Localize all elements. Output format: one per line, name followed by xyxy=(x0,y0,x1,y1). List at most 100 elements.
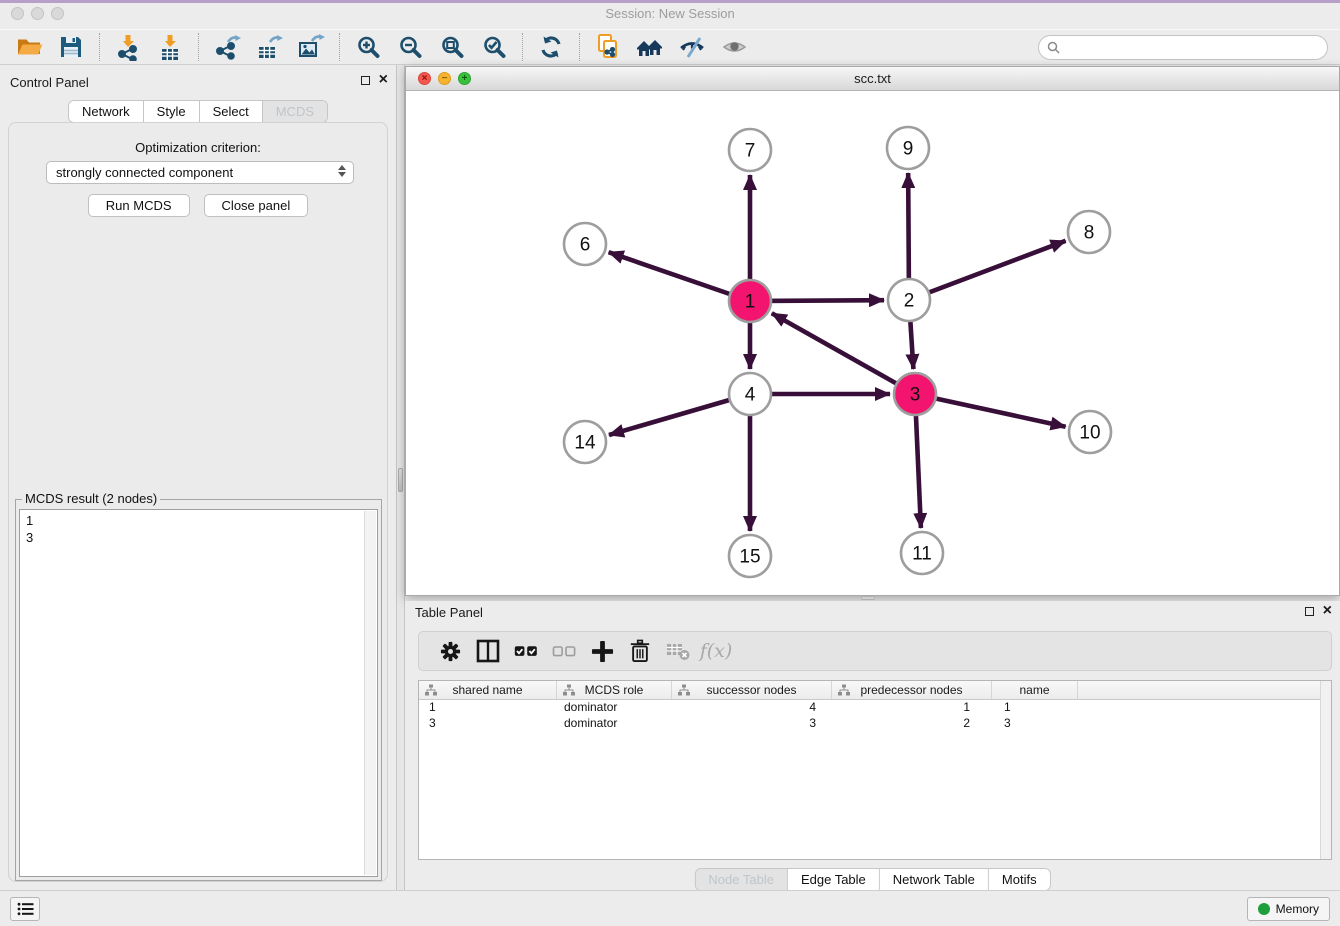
search-field[interactable] xyxy=(1038,35,1328,60)
table-cell: dominator xyxy=(557,716,672,732)
mcds-panel: Optimization criterion: strongly connect… xyxy=(8,122,388,882)
table-rows: 1dominator4113dominator323 xyxy=(419,700,1331,732)
function-builder-icon: f(x) xyxy=(701,636,731,666)
mcds-result-title: MCDS result (2 nodes) xyxy=(22,491,160,506)
right-area: × − + scc.txt 7968124314101511 Table Pan… xyxy=(405,65,1340,890)
node-label-1: 1 xyxy=(745,292,756,313)
column-header-mcds-role[interactable]: MCDS role xyxy=(557,681,672,699)
table-panel: Table Panel × f(x) shared nameMCDS roles… xyxy=(405,601,1340,890)
tab-node-table[interactable]: Node Table xyxy=(695,869,788,890)
close-panel-icon[interactable]: × xyxy=(379,73,388,87)
edge-1-6[interactable] xyxy=(609,252,750,301)
clone-network-icon[interactable] xyxy=(593,32,623,62)
show-column-icon[interactable] xyxy=(473,636,503,666)
list-icon xyxy=(17,902,34,916)
tab-edge-table[interactable]: Edge Table xyxy=(788,869,880,890)
table-mode-gear-icon[interactable] xyxy=(435,636,465,666)
edge-3-10[interactable] xyxy=(915,394,1066,427)
home-networks-icon[interactable] xyxy=(635,32,665,62)
table-row[interactable]: 1dominator411 xyxy=(419,700,1331,716)
table-scrollbar[interactable] xyxy=(1320,681,1331,859)
table-panel-title: Table Panel xyxy=(415,605,483,620)
toolbar-separator xyxy=(522,33,523,61)
node-label-2: 2 xyxy=(904,291,915,312)
tab-network-table[interactable]: Network Table xyxy=(880,869,989,890)
open-file-icon[interactable] xyxy=(14,32,44,62)
float-table-panel-icon[interactable] xyxy=(1305,607,1314,616)
mcds-result-text[interactable]: 13 xyxy=(19,509,378,877)
zoom-fit-icon[interactable] xyxy=(437,32,467,62)
close-panel-button[interactable]: Close panel xyxy=(204,194,309,217)
table-cell: 1 xyxy=(992,700,1078,716)
node-label-9: 9 xyxy=(903,139,914,160)
save-session-icon[interactable] xyxy=(56,32,86,62)
control-panel-title: Control Panel xyxy=(10,75,89,90)
zoom-selected-icon[interactable] xyxy=(479,32,509,62)
status-bar: Memory xyxy=(0,890,1340,926)
node-label-8: 8 xyxy=(1084,223,1095,244)
delete-columns-icon[interactable] xyxy=(625,636,655,666)
export-network-icon[interactable] xyxy=(212,32,242,62)
hide-graphics-details-icon[interactable] xyxy=(677,32,707,62)
task-history-button[interactable] xyxy=(10,897,40,921)
unselect-all-columns-icon[interactable] xyxy=(549,636,579,666)
import-table-icon[interactable] xyxy=(155,32,185,62)
tab-select[interactable]: Select xyxy=(200,101,263,122)
network-canvas[interactable]: 7968124314101511 xyxy=(406,92,1339,595)
vertical-splitter[interactable] xyxy=(396,65,405,890)
splitter-grip[interactable] xyxy=(398,468,403,492)
run-mcds-button[interactable]: Run MCDS xyxy=(88,194,190,217)
edge-2-8[interactable] xyxy=(909,241,1066,300)
export-table-icon[interactable] xyxy=(254,32,284,62)
table-cell: 4 xyxy=(672,700,832,716)
node-label-3: 3 xyxy=(910,385,921,406)
network-window-titlebar[interactable]: × − + scc.txt xyxy=(406,67,1339,91)
app-title: Session: New Session xyxy=(0,6,1340,21)
application-window: Session: New Session Control Panel xyxy=(0,0,1340,926)
table-tabs: Node TableEdge TableNetwork TableMotifs xyxy=(694,868,1050,891)
tab-motifs[interactable]: Motifs xyxy=(989,869,1050,890)
close-table-panel-icon[interactable]: × xyxy=(1323,604,1332,618)
table-cell: 3 xyxy=(672,716,832,732)
control-panel-tabs: NetworkStyleSelectMCDS xyxy=(68,100,328,123)
splitter-grip[interactable] xyxy=(861,596,875,600)
zoom-out-icon[interactable] xyxy=(395,32,425,62)
table-header-row: shared nameMCDS rolesuccessor nodesprede… xyxy=(419,681,1331,700)
tab-mcds[interactable]: MCDS xyxy=(263,101,327,122)
table-row[interactable]: 3dominator323 xyxy=(419,716,1331,732)
float-panel-icon[interactable] xyxy=(361,76,370,85)
network-window-title: scc.txt xyxy=(406,71,1339,86)
show-graphics-details-icon[interactable] xyxy=(719,32,749,62)
network-window: × − + scc.txt 7968124314101511 xyxy=(405,66,1340,596)
column-header-shared-name[interactable]: shared name xyxy=(419,681,557,699)
memory-label: Memory xyxy=(1276,902,1319,916)
table-cell: 1 xyxy=(419,700,557,716)
tab-style[interactable]: Style xyxy=(144,101,200,122)
optimization-criterion-select[interactable]: strongly connected component xyxy=(46,161,354,184)
select-chevrons-icon xyxy=(338,165,346,177)
table-cell: 3 xyxy=(992,716,1078,732)
search-input[interactable] xyxy=(1065,39,1319,56)
memory-status-icon xyxy=(1258,903,1270,915)
result-scrollbar[interactable] xyxy=(364,511,376,875)
zoom-in-icon[interactable] xyxy=(353,32,383,62)
column-header-name[interactable]: name xyxy=(992,681,1078,699)
column-header-successor-nodes[interactable]: successor nodes xyxy=(672,681,832,699)
result-line: 3 xyxy=(20,529,377,546)
table-cell: 2 xyxy=(832,716,992,732)
import-network-icon[interactable] xyxy=(113,32,143,62)
tab-network[interactable]: Network xyxy=(69,101,144,122)
column-header-predecessor-nodes[interactable]: predecessor nodes xyxy=(832,681,992,699)
memory-button[interactable]: Memory xyxy=(1247,897,1330,921)
node-table[interactable]: shared nameMCDS rolesuccessor nodesprede… xyxy=(418,680,1332,860)
network-graph[interactable]: 7968124314101511 xyxy=(406,92,1339,595)
result-line: 1 xyxy=(20,512,377,529)
export-image-icon[interactable] xyxy=(296,32,326,62)
select-all-columns-icon[interactable] xyxy=(511,636,541,666)
mcds-result-lines: 13 xyxy=(20,510,377,546)
create-column-icon[interactable] xyxy=(587,636,617,666)
refresh-icon[interactable] xyxy=(536,32,566,62)
edge-3-1[interactable] xyxy=(772,313,915,394)
mcds-result-box: MCDS result (2 nodes) 13 xyxy=(15,499,382,881)
control-panel: Control Panel × NetworkStyleSelectMCDS O… xyxy=(0,65,396,890)
